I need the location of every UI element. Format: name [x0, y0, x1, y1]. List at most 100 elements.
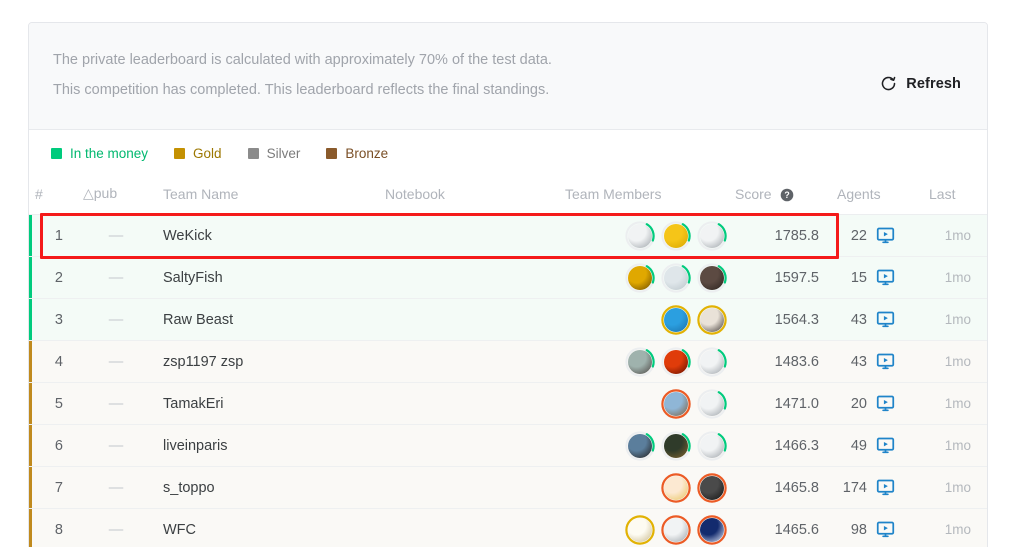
avatar-tier-ring-icon: [625, 220, 655, 251]
team-name-label[interactable]: Raw Beast: [163, 312, 233, 328]
cell-delta-pub-text: —: [108, 521, 124, 538]
legend-item-silver[interactable]: Silver: [247, 146, 300, 161]
header-agents[interactable]: Agents: [837, 175, 929, 215]
cell-rank: 1: [35, 214, 83, 257]
cell-delta-pub: —: [83, 382, 149, 425]
avatar[interactable]: [625, 514, 655, 545]
cell-team-name[interactable]: WFC: [149, 508, 385, 547]
avatar[interactable]: [661, 388, 691, 419]
avatar[interactable]: [697, 514, 727, 545]
cell-delta-pub-text: —: [108, 269, 124, 286]
cell-team-name[interactable]: Raw Beast: [149, 298, 385, 341]
watch-episode-icon[interactable]: [876, 226, 895, 245]
watch-episode-icon[interactable]: [876, 352, 895, 371]
avatar[interactable]: [661, 304, 691, 335]
avatar-tier-ring-icon: [697, 514, 727, 545]
avatar[interactable]: [661, 262, 691, 293]
avatar[interactable]: [661, 514, 691, 545]
cell-score: 1483.6: [735, 340, 837, 383]
table-row[interactable]: 4 — zsp1197 zsp 1483.6 43 1mo: [29, 340, 987, 383]
cell-delta-pub: —: [83, 508, 149, 547]
cell-last-updated-text: 1mo: [944, 395, 971, 411]
avatar[interactable]: [625, 262, 655, 293]
header-team-members[interactable]: Team Members: [565, 175, 735, 215]
avatar[interactable]: [697, 388, 727, 419]
team-name-label[interactable]: s_toppo: [163, 480, 215, 496]
avatar[interactable]: [697, 472, 727, 503]
avatar[interactable]: [625, 220, 655, 251]
avatar-group: [565, 467, 735, 508]
cell-last-updated-text: 1mo: [944, 311, 971, 327]
avatar-tier-ring-icon: [661, 220, 691, 251]
table-row[interactable]: 5 — TamakEri 1471.0 20 1mo: [29, 382, 987, 425]
cell-rank: 2: [35, 256, 83, 299]
cell-team-name[interactable]: WeKick: [149, 214, 385, 257]
watch-episode-icon[interactable]: [876, 478, 895, 497]
avatar[interactable]: [697, 346, 727, 377]
avatar[interactable]: [625, 346, 655, 377]
cell-agents: 22: [837, 214, 929, 257]
cell-delta-pub-text: —: [108, 395, 124, 412]
legend-item-in-the-money[interactable]: In the money: [51, 146, 148, 161]
legend-item-bronze[interactable]: Bronze: [326, 146, 388, 161]
cell-last-updated: 1mo: [929, 214, 987, 257]
cell-team-name[interactable]: TamakEri: [149, 382, 385, 425]
team-name-label[interactable]: zsp1197 zsp: [163, 354, 243, 370]
cell-delta-pub: —: [83, 214, 149, 257]
avatar-tier-ring-icon: [697, 388, 727, 419]
watch-episode-icon[interactable]: [876, 310, 895, 329]
help-circle-icon[interactable]: ?: [780, 188, 794, 202]
refresh-button[interactable]: Refresh: [880, 75, 961, 92]
cell-score-text: 1465.8: [774, 479, 819, 496]
avatar[interactable]: [661, 220, 691, 251]
cell-team-name[interactable]: s_toppo: [149, 466, 385, 509]
refresh-icon: [880, 75, 897, 92]
avatar-group: [565, 341, 735, 382]
table-row[interactable]: 6 — liveinparis 1466.3 49 1mo: [29, 424, 987, 467]
avatar[interactable]: [661, 346, 691, 377]
cell-team-members: [565, 424, 735, 467]
header-rank[interactable]: #: [35, 175, 83, 215]
cell-delta-pub-text: —: [108, 311, 124, 328]
avatar[interactable]: [625, 430, 655, 461]
table-row[interactable]: 1 — WeKick 1785.8 22 1mo: [29, 214, 987, 257]
avatar[interactable]: [697, 220, 727, 251]
avatar[interactable]: [697, 430, 727, 461]
watch-episode-icon[interactable]: [876, 520, 895, 539]
cell-team-name[interactable]: SaltyFish: [149, 256, 385, 299]
team-name-label[interactable]: WeKick: [163, 228, 212, 244]
header-last[interactable]: Last: [929, 175, 987, 215]
avatar-tier-ring-icon: [625, 346, 655, 377]
header-team-name[interactable]: Team Name: [149, 175, 385, 215]
table-row[interactable]: 7 — s_toppo 1465.8 174 1mo: [29, 466, 987, 509]
watch-episode-icon[interactable]: [876, 436, 895, 455]
cell-notebook: [385, 424, 565, 467]
team-name-label[interactable]: liveinparis: [163, 438, 227, 454]
legend-item-gold[interactable]: Gold: [174, 146, 222, 161]
table-row[interactable]: 8 — WFC 1465.6 98 1mo: [29, 508, 987, 547]
leaderboard-card: The private leaderboard is calculated wi…: [28, 22, 988, 547]
header-score[interactable]: Score ?: [735, 175, 837, 215]
team-name-label[interactable]: TamakEri: [163, 396, 223, 412]
team-name-label[interactable]: SaltyFish: [163, 270, 223, 286]
avatar-tier-ring-icon: [625, 514, 655, 545]
cell-team-name[interactable]: liveinparis: [149, 424, 385, 467]
refresh-label: Refresh: [906, 75, 961, 92]
avatar[interactable]: [697, 304, 727, 335]
cell-team-name[interactable]: zsp1197 zsp: [149, 340, 385, 383]
cell-last-updated: 1mo: [929, 424, 987, 467]
watch-episode-icon[interactable]: [876, 268, 895, 287]
cell-notebook: [385, 340, 565, 383]
table-row[interactable]: 3 — Raw Beast 1564.3 43 1mo: [29, 298, 987, 341]
avatar-tier-ring-icon: [661, 388, 691, 419]
cell-delta-pub-text: —: [108, 437, 124, 454]
table-row[interactable]: 2 — SaltyFish 1597.5 15 1mo: [29, 256, 987, 299]
avatar[interactable]: [661, 472, 691, 503]
header-notebook[interactable]: Notebook: [385, 175, 565, 215]
avatar[interactable]: [661, 430, 691, 461]
team-name-label[interactable]: WFC: [163, 522, 196, 538]
watch-episode-icon[interactable]: [876, 394, 895, 413]
avatar[interactable]: [697, 262, 727, 293]
cell-rank-text: 7: [54, 479, 63, 496]
header-delta-pub[interactable]: △pub: [83, 175, 149, 215]
